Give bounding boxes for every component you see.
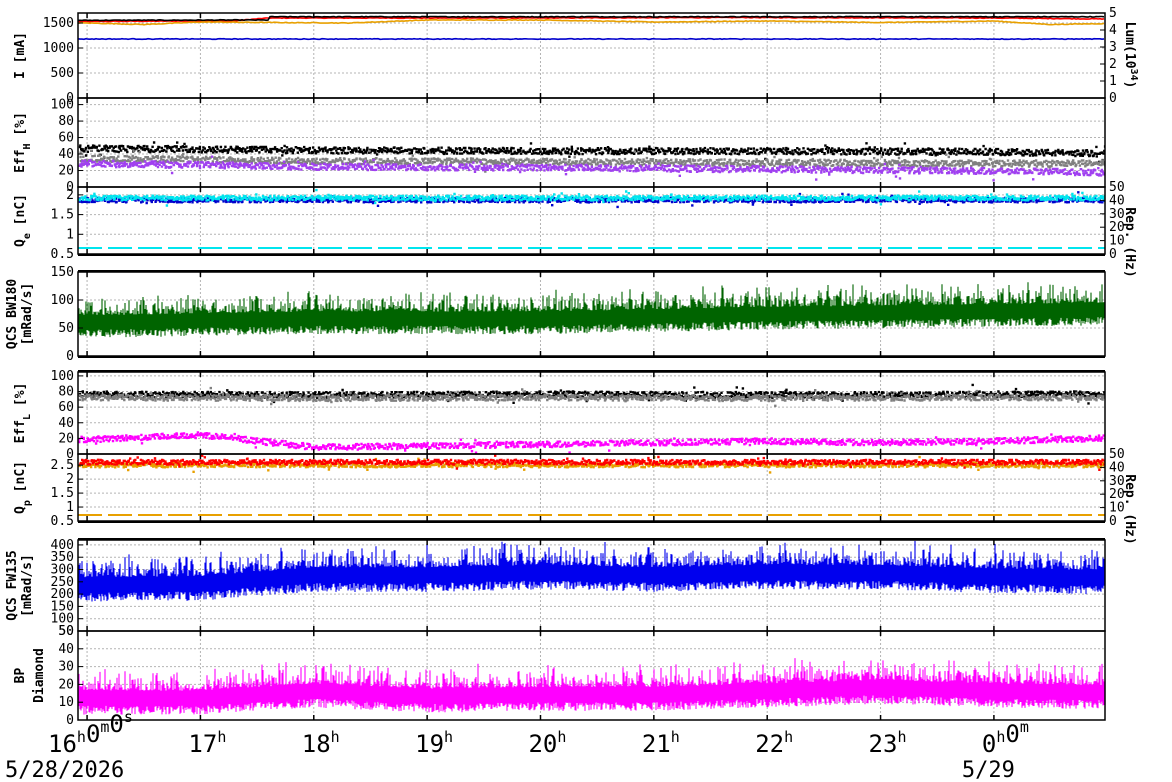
bw180-ylabel-unit: [mRad/s]: [20, 283, 35, 346]
fw135-ylabel-unit: [mRad/s]: [20, 554, 35, 617]
y-tick-label: 60: [58, 400, 74, 415]
right-y-tick-label: 0: [1109, 247, 1117, 262]
date-label: 5/29: [962, 758, 1015, 782]
bw180-series-0-band: [78, 282, 1105, 338]
y-tick-label: 30: [58, 660, 74, 675]
effl-series-2-points: [78, 431, 1105, 454]
y-tick-label: 100: [51, 293, 74, 308]
effh-ylabel: EffH [%]: [13, 112, 33, 173]
y-tick-label: 0.5: [51, 247, 74, 262]
right-y-tick-label: 50: [1109, 447, 1125, 462]
right-y-tick-label: 5: [1109, 6, 1117, 21]
y-tick-label: 100: [51, 369, 74, 384]
qe-series-1-points: [78, 188, 1105, 207]
qp-ylabel: Qp [nC]: [13, 461, 33, 514]
time-tick-label: 18h: [302, 728, 340, 758]
right-y-tick-label: 1: [1109, 74, 1117, 89]
qp-right-axis-title: Rep. (Hz): [1122, 474, 1137, 544]
time-tick-label: 16h0m0s: [48, 708, 133, 758]
y-tick-label: 40: [58, 416, 74, 431]
right-y-tick-label: 40: [1109, 193, 1125, 208]
y-tick-label: 20: [58, 431, 74, 446]
y-tick-label: 50: [58, 321, 74, 336]
qe-series-group: [78, 188, 1105, 249]
y-tick-label: 1.5: [51, 208, 74, 223]
y-tick-label: 20: [58, 677, 74, 692]
y-tick-label: 500: [51, 66, 74, 81]
y-tick-label: 1.5: [51, 486, 74, 501]
date-label: 5/28/2026: [5, 758, 124, 782]
y-tick-label: 80: [58, 114, 74, 129]
right-y-tick-label: 2: [1109, 57, 1117, 72]
current-ylabel: I [mA]: [13, 32, 28, 79]
time-tick-label: 17h: [188, 728, 226, 758]
time-tick-label: 21h: [642, 728, 680, 758]
right-y-tick-label: 40: [1109, 460, 1125, 475]
y-tick-label: 20: [58, 164, 74, 179]
y-tick-label: 80: [58, 385, 74, 400]
y-tick-label: 1: [66, 500, 74, 515]
bw180-series-group: [78, 282, 1105, 338]
y-tick-label: 10: [58, 695, 74, 710]
effh-series-group: [78, 141, 1105, 182]
qp-series-1-points: [79, 454, 1105, 471]
y-tick-label: 150: [51, 265, 74, 280]
data-layer: [78, 15, 1105, 715]
qp-series-group: [78, 454, 1105, 516]
bp-ylabel: BP: [13, 668, 28, 684]
bw180-ylabel: QCS BW180: [5, 279, 20, 350]
y-tick-label: 1500: [43, 16, 74, 31]
fw135-series-0-band: [78, 540, 1105, 602]
right-y-tick-label: 0: [1109, 91, 1117, 106]
y-tick-label: 60: [58, 131, 74, 146]
y-tick-label: 2.5: [51, 458, 74, 473]
y-tick-label: 0.5: [51, 514, 74, 529]
qe-ylabel: Qe [nC]: [13, 194, 33, 247]
qe-right-axis-title: Rep. (Hz): [1122, 207, 1137, 277]
fw135-series-group: [78, 540, 1105, 602]
effl-series-group: [78, 383, 1105, 454]
current-frame: [77, 12, 1106, 99]
current-series-group: [78, 15, 1105, 41]
y-tick-label: 0: [66, 713, 74, 728]
time-tick-label: 19h: [415, 728, 453, 758]
y-tick-label: 100: [51, 98, 74, 113]
y-tick-label: 40: [58, 147, 74, 162]
time-tick-label: 23h: [869, 728, 907, 758]
right-y-tick-label: 0: [1109, 514, 1117, 529]
effl-series-1-points: [78, 386, 1105, 407]
right-y-tick-label: 50: [1109, 180, 1125, 195]
y-tick-label: 400: [51, 538, 74, 553]
current-series-3-line: [78, 37, 1105, 41]
panel-frames: [77, 12, 1106, 721]
luminosity-axis-title: Lum(1034): [1122, 22, 1140, 89]
y-tick-label: 50: [58, 624, 74, 639]
beam-monitor-chart: 050010001500I [mA]012345Lum(1034)0204060…: [5, 6, 1140, 782]
effl-ylabel: EffL [%]: [13, 383, 33, 444]
y-tick-label: 1000: [43, 41, 74, 56]
time-tick-label: 20h: [528, 728, 566, 758]
y-tick-label: 2: [66, 188, 74, 203]
time-tick-label: 0h0m: [982, 718, 1029, 758]
grid-layer: [78, 13, 1105, 721]
time-tick-label: 22h: [755, 728, 793, 758]
right-y-tick-label: 4: [1109, 23, 1117, 38]
right-y-tick-label: 3: [1109, 40, 1117, 55]
fw135-ylabel: QCS FW135: [5, 550, 20, 620]
y-tick-label: 0: [66, 349, 74, 364]
y-tick-label: 2: [66, 472, 74, 487]
y-tick-label: 40: [58, 642, 74, 657]
y-tick-label: 1: [66, 227, 74, 242]
bp-ylabel-2: Diamond: [32, 648, 47, 703]
